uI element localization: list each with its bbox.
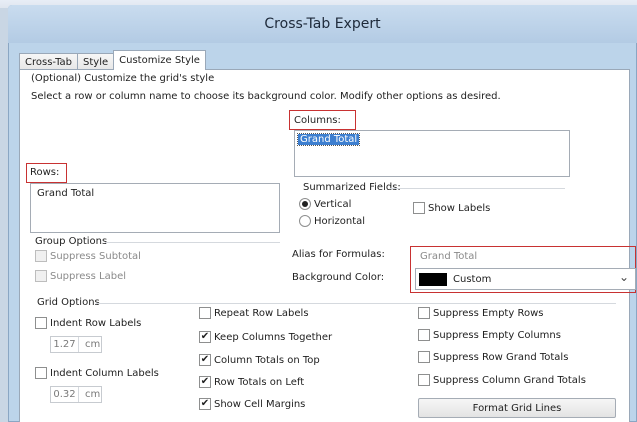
tab-customize-style[interactable]: Customize Style [113, 50, 206, 70]
summarized-fields-label: Summarized Fields: [303, 182, 401, 193]
suppress-empty-rows-label: Suppress Empty Rows [433, 307, 544, 319]
grid-options-line [96, 303, 616, 304]
background-color-label: Background Color: [292, 272, 385, 283]
format-grid-lines-button[interactable]: Format Grid Lines [418, 398, 616, 418]
background-color-swatch [419, 272, 447, 286]
intro-instructions-text: Select a row or column name to choose it… [31, 91, 501, 102]
horizontal-radio-circle[interactable] [299, 215, 311, 227]
window-left-edge [0, 8, 8, 422]
show-labels-label: Show Labels [428, 202, 491, 214]
suppress-empty-rows-checkbox-box[interactable] [418, 307, 430, 319]
indent-column-labels-label: Indent Column Labels [50, 367, 159, 379]
repeat-row-labels-checkbox-box[interactable] [199, 307, 211, 319]
rows-label: Rows: [30, 167, 60, 178]
horizontal-radio-label: Horizontal [314, 215, 366, 227]
group-options-line [105, 242, 280, 243]
columns-list[interactable]: Grand Total [294, 130, 570, 177]
alias-for-formulas-label: Alias for Formulas: [292, 249, 385, 260]
row-totals-on-left-checkbox-box[interactable]: ✔ [199, 376, 211, 388]
columns-list-item-grand-total[interactable]: Grand Total [296, 133, 361, 146]
tab-row: Cross-Tab Style Customize Style [19, 50, 206, 70]
repeat-row-labels-label: Repeat Row Labels [214, 307, 309, 319]
column-totals-on-top-checkbox[interactable]: ✔ Column Totals on Top [199, 354, 320, 366]
vertical-radio-label: Vertical [314, 198, 352, 210]
keep-columns-together-checkbox-box[interactable]: ✔ [199, 331, 211, 343]
indent-column-labels-checkbox-box[interactable] [35, 367, 47, 379]
column-totals-on-top-label: Column Totals on Top [214, 354, 320, 366]
summarized-fields-line [390, 188, 565, 189]
indent-column-labels-checkbox[interactable]: Indent Column Labels [35, 367, 159, 379]
background-color-value: Custom [453, 273, 492, 285]
grid-options-label: Grid Options [37, 297, 100, 308]
tab-cross-tab[interactable]: Cross-Tab [19, 53, 79, 70]
keep-columns-together-label: Keep Columns Together [214, 331, 333, 343]
row-totals-on-left-label: Row Totals on Left [214, 376, 305, 388]
suppress-subtotal-checkbox[interactable]: Suppress Subtotal [35, 250, 141, 262]
suppress-subtotal-label: Suppress Subtotal [50, 250, 141, 262]
suppress-column-grand-totals-checkbox[interactable]: Suppress Column Grand Totals [418, 374, 586, 386]
suppress-row-grand-totals-checkbox-box[interactable] [418, 351, 430, 363]
indent-column-labels-input[interactable]: 0.32 cm [50, 386, 102, 403]
suppress-column-grand-totals-checkbox-box[interactable] [418, 374, 430, 386]
columns-label: Columns: [294, 115, 341, 126]
indent-row-labels-label: Indent Row Labels [50, 317, 142, 329]
row-totals-on-left-checkbox[interactable]: ✔ Row Totals on Left [199, 376, 304, 388]
suppress-label-checkbox[interactable]: Suppress Label [35, 270, 126, 282]
repeat-row-labels-checkbox[interactable]: Repeat Row Labels [199, 307, 309, 319]
show-cell-margins-label: Show Cell Margins [214, 398, 306, 410]
tab-style[interactable]: Style [77, 53, 115, 70]
indent-row-labels-input[interactable]: 1.27 cm [50, 336, 102, 353]
dialog-title: Cross-Tab Expert [8, 5, 637, 43]
suppress-row-grand-totals-checkbox[interactable]: Suppress Row Grand Totals [418, 351, 568, 363]
indent-column-labels-unit: cm [85, 389, 101, 400]
chevron-down-icon[interactable]: ⌄ [619, 270, 629, 284]
indent-row-labels-unit: cm [85, 339, 101, 350]
show-cell-margins-checkbox-box[interactable]: ✔ [199, 398, 211, 410]
group-options-label: Group Options [35, 236, 108, 247]
rows-list[interactable]: Grand Total [30, 183, 280, 233]
indent-row-labels-checkbox-box[interactable] [35, 317, 47, 329]
show-cell-margins-checkbox[interactable]: ✔ Show Cell Margins [199, 398, 305, 410]
vertical-radio-circle[interactable] [299, 198, 311, 210]
rows-list-item-grand-total[interactable]: Grand Total [37, 188, 94, 199]
suppress-label-checkbox-box[interactable] [35, 270, 47, 282]
alias-for-formulas-input[interactable]: Grand Total [420, 251, 477, 262]
horizontal-radio[interactable]: Horizontal [299, 215, 365, 227]
suppress-empty-columns-label: Suppress Empty Columns [433, 329, 561, 341]
suppress-column-grand-totals-label: Suppress Column Grand Totals [433, 374, 586, 386]
suppress-empty-columns-checkbox-box[interactable] [418, 329, 430, 341]
suppress-label-label: Suppress Label [50, 270, 127, 282]
show-labels-checkbox-box[interactable] [413, 202, 425, 214]
intro-optional-text: (Optional) Customize the grid's style [31, 73, 215, 84]
indent-row-labels-checkbox[interactable]: Indent Row Labels [35, 317, 141, 329]
suppress-empty-rows-checkbox[interactable]: Suppress Empty Rows [418, 307, 543, 319]
suppress-subtotal-checkbox-box[interactable] [35, 250, 47, 262]
suppress-empty-columns-checkbox[interactable]: Suppress Empty Columns [418, 329, 561, 341]
background-color-dropdown[interactable]: Custom ⌄ [415, 268, 636, 290]
column-totals-on-top-checkbox-box[interactable]: ✔ [199, 354, 211, 366]
show-labels-checkbox[interactable]: Show Labels [413, 202, 490, 214]
suppress-row-grand-totals-label: Suppress Row Grand Totals [433, 351, 569, 363]
indent-row-labels-value[interactable]: 1.27 [51, 337, 79, 352]
indent-column-labels-value[interactable]: 0.32 [51, 387, 79, 402]
radio-selected-dot [302, 201, 308, 207]
keep-columns-together-checkbox[interactable]: ✔ Keep Columns Together [199, 331, 332, 343]
vertical-radio[interactable]: Vertical [299, 198, 351, 210]
